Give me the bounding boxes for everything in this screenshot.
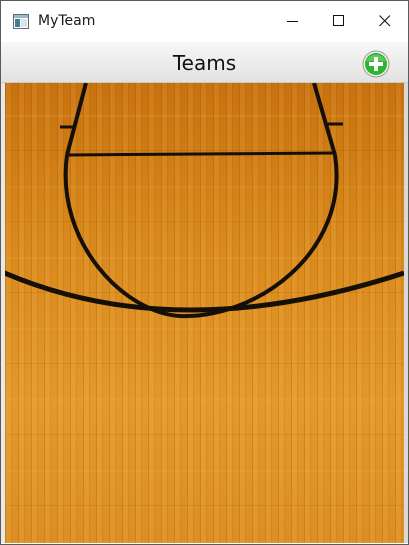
maximize-button[interactable] — [316, 1, 362, 42]
court-lines — [5, 83, 404, 319]
app-window: MyTeam Teams — [0, 0, 409, 545]
close-button[interactable] — [362, 1, 408, 42]
minimize-button[interactable] — [270, 1, 316, 42]
page-title: Teams — [172, 51, 237, 75]
add-team-button[interactable] — [362, 50, 390, 78]
navigation-toolbar: Teams — [1, 42, 408, 83]
window-title: MyTeam — [38, 13, 96, 29]
close-icon — [379, 15, 391, 27]
app-window-icon — [13, 14, 29, 29]
minimize-icon — [287, 21, 298, 22]
right-border-strip — [404, 83, 408, 543]
plus-circle-icon — [362, 50, 390, 78]
basketball-court-floor — [5, 83, 404, 543]
title-bar[interactable]: MyTeam — [1, 1, 408, 42]
maximize-icon — [333, 15, 344, 26]
